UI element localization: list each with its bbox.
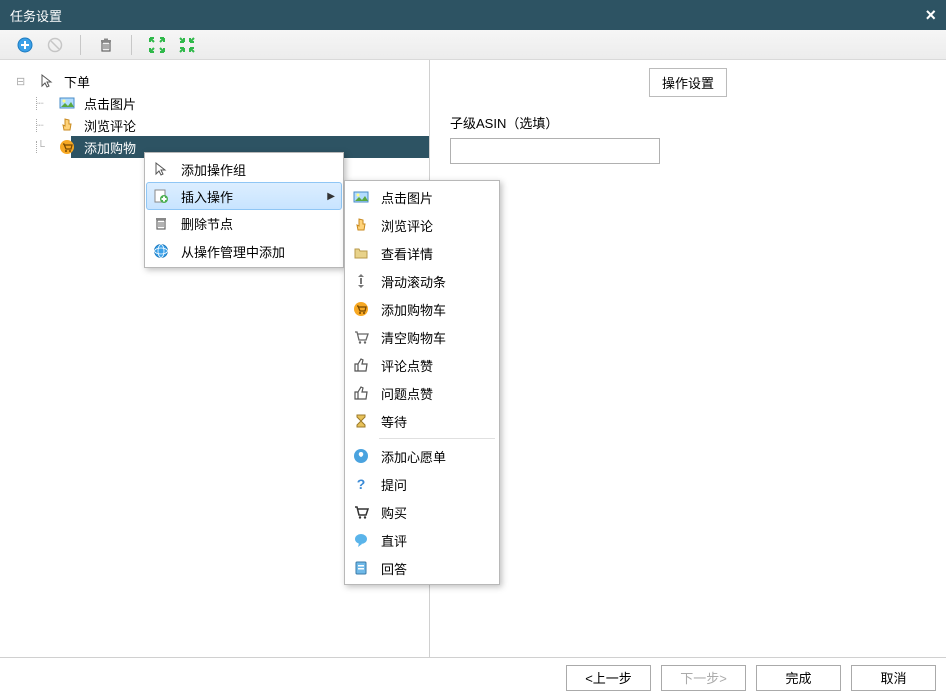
- sub-item-label: 添加心愿单: [381, 447, 446, 466]
- separator: [131, 35, 132, 55]
- context-menu: 添加操作组 插入操作 ▶ 删除节点 从操作管理中添加: [144, 152, 344, 268]
- sub-item-label: 等待: [381, 412, 407, 431]
- sub-wait[interactable]: 等待: [347, 407, 497, 435]
- tree-item[interactable]: ┈ 浏览评论: [16, 114, 429, 136]
- question-icon: ?: [347, 476, 375, 492]
- collapse-button[interactable]: [172, 32, 202, 58]
- next-button: 下一步>: [661, 665, 746, 691]
- collapse-icon: [179, 37, 195, 53]
- sub-item-label: 评论点赞: [381, 356, 433, 375]
- sub-item-label: 查看详情: [381, 244, 433, 263]
- image-icon: [58, 94, 76, 112]
- finish-button[interactable]: 完成: [756, 665, 841, 691]
- sub-like-question[interactable]: 问题点赞: [347, 379, 497, 407]
- cancel-button[interactable]: 取消: [851, 665, 936, 691]
- sub-add-cart[interactable]: 添加购物车: [347, 295, 497, 323]
- ctx-item-label: 从操作管理中添加: [181, 242, 285, 261]
- task-tree[interactable]: ⊟ 下单 ┈ 点击图片 ┈ 浏览评论: [0, 70, 429, 158]
- scroll-icon: [347, 273, 375, 289]
- context-submenu: 点击图片 浏览评论 查看详情 滑动滚动条 添加购物车 清空购物车: [344, 180, 500, 585]
- ctx-item-label: 删除节点: [181, 214, 233, 233]
- wish-icon: [347, 448, 375, 464]
- ctx-add-from-manager[interactable]: 从操作管理中添加: [147, 237, 341, 265]
- sub-item-label: 问题点赞: [381, 384, 433, 403]
- image-icon: [347, 189, 375, 205]
- add-button[interactable]: [10, 32, 40, 58]
- ctx-insert-action[interactable]: 插入操作 ▶: [146, 182, 342, 210]
- sub-item-label: 添加购物车: [381, 300, 446, 319]
- globe-icon: [147, 243, 175, 259]
- buy-icon: [347, 504, 375, 520]
- window-title: 任务设置: [10, 6, 62, 25]
- cart-empty-icon: [347, 329, 375, 345]
- ctx-add-group[interactable]: 添加操作组: [147, 155, 341, 183]
- pointer-icon: [347, 217, 375, 233]
- sub-like-review[interactable]: 评论点赞: [347, 351, 497, 379]
- sub-item-label: 购买: [381, 503, 407, 522]
- title-bar: 任务设置 ×: [0, 0, 946, 30]
- thumb-icon: [347, 385, 375, 401]
- sub-browse-reviews[interactable]: 浏览评论: [347, 211, 497, 239]
- sub-empty-cart[interactable]: 清空购物车: [347, 323, 497, 351]
- tree-root-label: 下单: [60, 71, 94, 92]
- sub-item-label: 直评: [381, 531, 407, 550]
- sub-item-label: 滑动滚动条: [381, 272, 446, 291]
- settings-tab-label: 操作设置: [662, 76, 714, 91]
- sub-item-label: 点击图片: [381, 188, 433, 207]
- tree-item-label: 添加购物: [80, 137, 140, 158]
- close-icon[interactable]: ×: [925, 5, 936, 26]
- answer-icon: [347, 560, 375, 576]
- button-bar: <上一步 下一步> 完成 取消: [0, 657, 946, 697]
- ctx-delete-node[interactable]: 删除节点: [147, 209, 341, 237]
- cursor-icon: [147, 161, 175, 177]
- sub-direct-review[interactable]: 直评: [347, 526, 497, 554]
- sub-item-label: 浏览评论: [381, 216, 433, 235]
- sub-item-label: 清空购物车: [381, 328, 446, 347]
- insert-icon: [147, 188, 175, 204]
- sub-ask[interactable]: ? 提问: [347, 470, 497, 498]
- separator: [80, 35, 81, 55]
- ctx-item-label: 添加操作组: [181, 160, 246, 179]
- asin-input[interactable]: [450, 138, 660, 164]
- blocked-icon: [47, 37, 63, 53]
- sub-item-label: 提问: [381, 475, 407, 494]
- cursor-icon: [38, 72, 56, 90]
- sub-click-image[interactable]: 点击图片: [347, 183, 497, 211]
- folder-icon: [347, 245, 375, 261]
- main-area: ⊟ 下单 ┈ 点击图片 ┈ 浏览评论: [0, 60, 946, 657]
- tree-root[interactable]: ⊟ 下单: [16, 70, 429, 92]
- chat-icon: [347, 532, 375, 548]
- expand-button[interactable]: [142, 32, 172, 58]
- plus-circle-icon: [17, 37, 33, 53]
- menu-separator: [379, 438, 495, 439]
- sub-view-details[interactable]: 查看详情: [347, 239, 497, 267]
- sub-scroll[interactable]: 滑动滚动条: [347, 267, 497, 295]
- cart-icon: [58, 138, 76, 156]
- sub-answer[interactable]: 回答: [347, 554, 497, 582]
- cart-add-icon: [347, 301, 375, 317]
- hourglass-icon: [347, 413, 375, 429]
- right-panel: 操作设置 子级ASIN（选填）: [430, 60, 946, 657]
- thumb-icon: [347, 357, 375, 373]
- disabled-button: [40, 32, 70, 58]
- sub-item-label: 回答: [381, 559, 407, 578]
- tree-panel: ⊟ 下单 ┈ 点击图片 ┈ 浏览评论: [0, 60, 430, 657]
- sub-buy[interactable]: 购买: [347, 498, 497, 526]
- tree-item-label: 浏览评论: [80, 115, 140, 136]
- ctx-item-label: 插入操作: [181, 187, 233, 206]
- chevron-right-icon: ▶: [327, 191, 335, 202]
- trash-icon: [147, 215, 175, 231]
- tree-item-label: 点击图片: [80, 93, 140, 114]
- field-label: 子级ASIN（选填）: [450, 113, 926, 132]
- settings-tab[interactable]: 操作设置: [649, 68, 727, 97]
- tree-item[interactable]: ┈ 点击图片: [16, 92, 429, 114]
- trash-icon: [98, 37, 114, 53]
- delete-button[interactable]: [91, 32, 121, 58]
- expand-icon: [149, 37, 165, 53]
- svg-text:?: ?: [357, 476, 366, 492]
- prev-button[interactable]: <上一步: [566, 665, 651, 691]
- pointer-icon: [58, 116, 76, 134]
- toolbar: [0, 30, 946, 60]
- sub-add-wishlist[interactable]: 添加心愿单: [347, 442, 497, 470]
